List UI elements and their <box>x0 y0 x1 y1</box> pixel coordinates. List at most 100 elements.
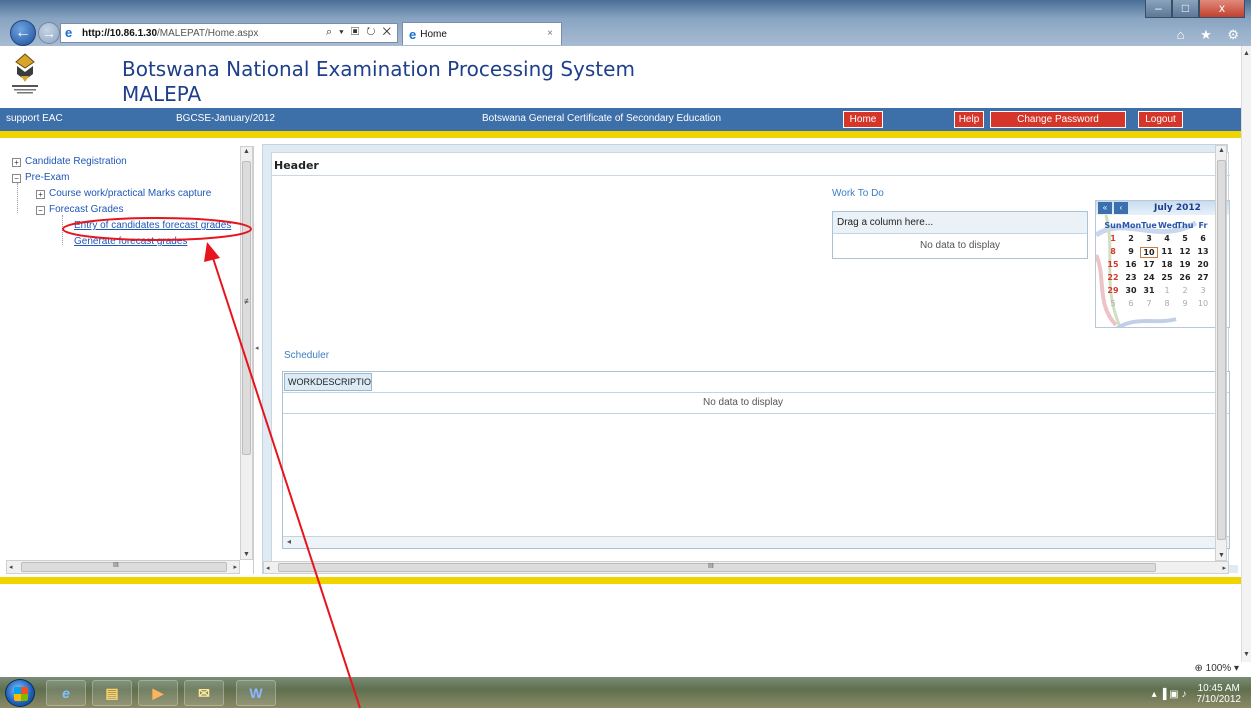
calendar-day[interactable]: 13 <box>1194 247 1212 258</box>
scroll-up-arrow[interactable]: ▲ <box>1243 50 1250 57</box>
tree-label[interactable]: Candidate Registration <box>25 156 127 167</box>
calendar-day[interactable]: 29 <box>1104 286 1122 295</box>
calendar-day[interactable]: 19 <box>1176 260 1194 269</box>
tree-item-generate-forecast[interactable]: Generate forecast grades <box>74 236 187 247</box>
prev-month-button[interactable]: ‹ <box>1114 202 1128 214</box>
calendar-day[interactable]: 20 <box>1194 260 1212 269</box>
calendar-day[interactable]: 27 <box>1194 273 1212 282</box>
entry-forecast-link[interactable]: Entry of candidates forecast grades <box>74 220 231 231</box>
calendar-day[interactable]: 23 <box>1122 273 1140 282</box>
calendar-day[interactable]: 25 <box>1158 273 1176 282</box>
splitter-arrow-icon[interactable]: ◂ <box>255 344 259 352</box>
content-horizontal-scrollbar[interactable]: ◂ III ▸ <box>263 561 1229 574</box>
scroll-left-arrow[interactable]: ◂ <box>9 563 13 571</box>
forward-button[interactable]: → <box>38 22 60 44</box>
column-header-workdescription[interactable]: WORKDESCRIPTION <box>284 373 372 391</box>
help-button[interactable]: Help <box>954 111 984 128</box>
calendar-day[interactable]: 6 <box>1122 299 1140 308</box>
calendar-day[interactable]: 12 <box>1176 247 1194 258</box>
calendar-day[interactable]: 26 <box>1176 273 1194 282</box>
tree-label[interactable]: Course work/practical Marks capture <box>49 188 211 199</box>
calendar-day[interactable]: 10 <box>1194 299 1212 308</box>
tree-vertical-scrollbar[interactable]: ▲ ≢ ▼ <box>240 146 253 560</box>
scroll-thumb[interactable] <box>21 562 227 572</box>
panel-splitter[interactable]: ◂ <box>253 146 260 574</box>
word-icon[interactable]: W <box>236 680 276 706</box>
tray-icons[interactable]: ▴ ▐ ▣ ♪ <box>1152 689 1187 700</box>
minimize-button[interactable]: – <box>1145 0 1172 18</box>
calendar-day[interactable]: 30 <box>1122 286 1140 295</box>
tree-item-candidate-registration[interactable]: + Candidate Registration <box>12 156 127 167</box>
calendar-day[interactable]: 11 <box>1158 247 1176 258</box>
scroll-up-arrow[interactable]: ▲ <box>1218 147 1225 154</box>
scroll-down-arrow[interactable]: ▼ <box>1243 651 1250 658</box>
calendar-day[interactable]: 31 <box>1140 286 1158 295</box>
calendar-day[interactable]: 6 <box>1194 234 1212 243</box>
tree-label[interactable]: Pre-Exam <box>25 172 69 183</box>
calendar-day[interactable]: 1 <box>1158 286 1176 295</box>
scroll-left-arrow[interactable]: ◂ <box>287 537 291 546</box>
scroll-thumb[interactable] <box>278 563 1156 572</box>
calendar-day[interactable]: 1 <box>1104 234 1122 243</box>
tree-item-pre-exam[interactable]: − Pre-Exam <box>12 172 69 183</box>
calendar-day[interactable]: 17 <box>1140 260 1158 269</box>
calendar-day[interactable]: 4 <box>1158 234 1176 243</box>
calendar-day[interactable]: 9 <box>1122 247 1140 258</box>
internet-explorer-icon[interactable]: e <box>46 680 86 706</box>
tree-item-course-work[interactable]: + Course work/practical Marks capture <box>36 188 211 199</box>
calendar-day[interactable]: 16 <box>1122 260 1140 269</box>
prev-year-button[interactable]: « <box>1098 202 1112 214</box>
calendar-day[interactable]: 10 <box>1140 247 1158 258</box>
home-button[interactable]: Home <box>843 111 883 128</box>
scroll-down-arrow[interactable]: ▼ <box>243 551 250 558</box>
tree-horizontal-scrollbar[interactable]: ◂ III ▸ <box>6 560 240 574</box>
scroll-up-arrow[interactable]: ▲ <box>243 148 250 155</box>
zoom-level[interactable]: ⊕ 100% ▾ <box>1194 663 1239 674</box>
collapse-icon[interactable]: − <box>12 174 21 183</box>
maximize-button[interactable]: □ <box>1172 0 1199 18</box>
scroll-right-arrow[interactable]: ▸ <box>1222 564 1226 572</box>
media-player-icon[interactable]: ▶ <box>138 680 178 706</box>
scroll-down-arrow[interactable]: ▼ <box>1218 552 1225 559</box>
calendar-day[interactable]: 3 <box>1194 286 1212 295</box>
collapse-icon[interactable]: − <box>36 206 45 215</box>
calendar-day[interactable]: 9 <box>1176 299 1194 308</box>
logout-button[interactable]: Logout <box>1138 111 1183 128</box>
calendar-day[interactable]: 15 <box>1104 260 1122 269</box>
calendar-day[interactable]: 22 <box>1104 273 1122 282</box>
expand-icon[interactable]: + <box>12 158 21 167</box>
expand-icon[interactable]: + <box>36 190 45 199</box>
calendar-day[interactable]: 7 <box>1140 299 1158 308</box>
page-vertical-scrollbar[interactable]: ▲ ▼ <box>1241 46 1251 662</box>
change-password-button[interactable]: Change Password <box>990 111 1126 128</box>
back-button[interactable]: ← <box>10 20 36 46</box>
calendar-day[interactable]: 24 <box>1140 273 1158 282</box>
tree-item-forecast-grades[interactable]: − Forecast Grades <box>36 204 123 215</box>
generate-forecast-link[interactable]: Generate forecast grades <box>74 236 187 247</box>
scroll-right-arrow[interactable]: ▸ <box>233 563 237 571</box>
scroll-thumb[interactable] <box>1217 160 1226 540</box>
file-explorer-icon[interactable]: ▤ <box>92 680 132 706</box>
calendar-day[interactable]: 2 <box>1176 286 1194 295</box>
calendar-day[interactable]: 8 <box>1158 299 1176 308</box>
tree-item-entry-forecast[interactable]: Entry of candidates forecast grades <box>74 220 231 231</box>
calendar-day[interactable]: 8 <box>1104 247 1122 258</box>
calendar-day[interactable]: 2 <box>1122 234 1140 243</box>
content-vertical-scrollbar[interactable]: ▲ ▼ <box>1215 145 1227 561</box>
close-window-button[interactable]: x <box>1199 0 1245 18</box>
start-button[interactable] <box>5 679 35 707</box>
scroll-thumb[interactable] <box>242 161 251 455</box>
address-bar[interactable]: e http://10.86.1.30 /MALEPAT/Home.aspx ⌕… <box>60 23 398 43</box>
tab-close-icon[interactable]: × <box>547 28 553 39</box>
calendar-day[interactable]: 3 <box>1140 234 1158 243</box>
group-panel[interactable]: Drag a column here... <box>833 212 1087 234</box>
browser-toolbar-icons[interactable]: ⌂ ★ ⚙ <box>1177 27 1245 43</box>
calendar-day[interactable]: 5 <box>1176 234 1194 243</box>
scheduler-horizontal-scrollbar[interactable]: ◂ <box>283 536 1229 548</box>
outlook-icon[interactable]: ✉ <box>184 680 224 706</box>
address-tools-icons[interactable]: ⌕ ▾ ▣ ↻ ✕ <box>326 26 393 39</box>
tree-label[interactable]: Forecast Grades <box>49 204 123 215</box>
calendar-day[interactable]: 18 <box>1158 260 1176 269</box>
tab-home[interactable]: e Home × <box>402 22 562 45</box>
scroll-left-arrow[interactable]: ◂ <box>266 564 270 572</box>
